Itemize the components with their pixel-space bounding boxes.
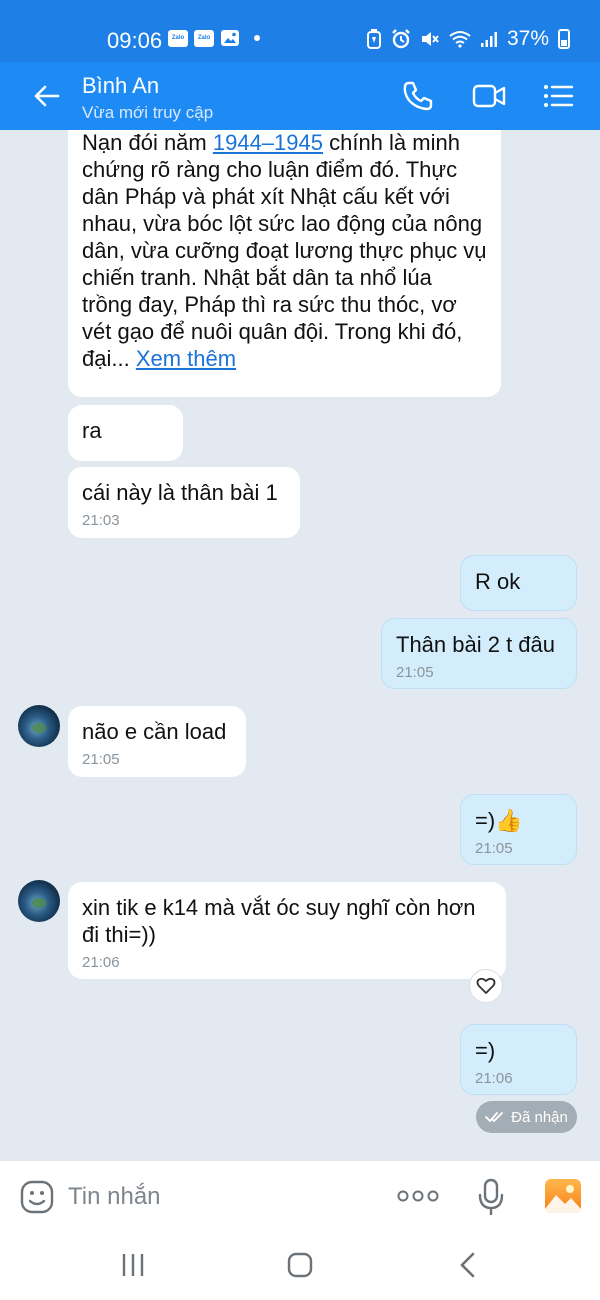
battery-icon [558, 29, 570, 49]
contact-avatar[interactable] [18, 705, 60, 747]
see-more-link[interactable]: Xem thêm [136, 346, 236, 371]
battery-saver-icon [366, 29, 381, 49]
home-icon[interactable] [287, 1251, 313, 1279]
message-bubble[interactable]: cái này là thân bài 1 21:03 [68, 467, 300, 538]
message-text: =) [475, 1038, 496, 1063]
message-bubble[interactable]: xin tik e k14 mà vắt óc suy nghĩ còn hơn… [68, 882, 506, 979]
my-message-bubble[interactable]: R ok [460, 555, 577, 611]
image-notification-icon [221, 30, 239, 46]
heart-icon [476, 977, 496, 994]
received-status-text: Đã nhận [511, 1108, 568, 1126]
notification-icons: Zalo Zalo [168, 29, 260, 47]
wifi-icon [449, 31, 471, 48]
smiley-icon[interactable] [20, 1180, 54, 1214]
message-time: 21:06 [475, 1070, 513, 1087]
message-time: 21:05 [396, 664, 434, 681]
chat-header: Bình An Vừa mới truy cập [0, 62, 600, 130]
message-bubble[interactable]: sự sống còn của quần chúng lao động. Nạn… [68, 130, 501, 397]
system-nav-bar [0, 1232, 600, 1300]
message-bubble[interactable]: não e cần load 21:05 [68, 706, 246, 777]
phone-icon[interactable] [401, 79, 435, 113]
message-text: Thân bài 2 t đâu [396, 632, 556, 657]
contact-name[interactable]: Bình An [82, 73, 159, 99]
more-dots-icon[interactable] [397, 1188, 439, 1204]
my-message-bubble[interactable]: Thân bài 2 t đâu 21:05 [381, 618, 577, 689]
message-text: não e cần load [82, 719, 227, 744]
message-text: cái này là thân bài 1 [82, 480, 278, 505]
message-time: 21:06 [82, 954, 120, 971]
message-text: chính là minh chứng rõ ràng cho luận điể… [82, 130, 487, 371]
zalo-notification-icon: Zalo [168, 29, 188, 47]
message-list[interactable]: sự sống còn của quần chúng lao động. Nạn… [0, 130, 600, 1160]
message-text: =)👍 [475, 808, 523, 833]
battery-percent: 37% [506, 27, 549, 50]
message-time: 21:05 [475, 840, 513, 857]
message-text: Nạn đói năm [82, 130, 213, 155]
contact-avatar[interactable] [18, 880, 60, 922]
double-check-icon [485, 1112, 504, 1123]
recent-apps-icon[interactable] [120, 1252, 146, 1278]
react-button[interactable] [469, 969, 503, 1003]
list-menu-icon[interactable] [541, 79, 575, 113]
signal-icon [480, 32, 497, 47]
my-message-bubble[interactable]: =)👍 21:05 [460, 794, 577, 865]
arrow-left-icon[interactable] [26, 76, 66, 116]
zalo-notification-icon: Zalo [194, 29, 214, 47]
alarm-icon [392, 29, 410, 49]
message-input-bar: Tin nhắn [0, 1160, 600, 1232]
message-time: 21:03 [82, 512, 120, 529]
mute-icon [421, 32, 439, 46]
status-bar: 09:06 Zalo Zalo 37% [0, 0, 600, 62]
message-input[interactable]: Tin nhắn [68, 1183, 161, 1211]
message-text: xin tik e k14 mà vắt óc suy nghĩ còn hơn… [82, 895, 476, 947]
more-notifications-dot [254, 35, 260, 41]
message-bubble[interactable]: ra [68, 405, 183, 461]
video-camera-icon[interactable] [472, 79, 506, 113]
back-icon[interactable] [458, 1252, 478, 1278]
message-text: ra [82, 418, 102, 443]
contact-status: Vừa mới truy cập [82, 103, 214, 122]
message-text: R ok [475, 569, 521, 594]
image-gallery-icon[interactable] [545, 1179, 581, 1213]
date-link[interactable]: 1944–1945 [213, 130, 323, 155]
message-time: 21:05 [82, 751, 120, 768]
image-gallery-graphic [545, 1185, 581, 1213]
my-message-bubble[interactable]: =) 21:06 [460, 1024, 577, 1095]
status-time: 09:06 [107, 28, 163, 53]
received-status-badge: Đã nhận [476, 1101, 577, 1133]
system-indicators: 37% [366, 27, 570, 51]
microphone-icon[interactable] [478, 1178, 504, 1216]
